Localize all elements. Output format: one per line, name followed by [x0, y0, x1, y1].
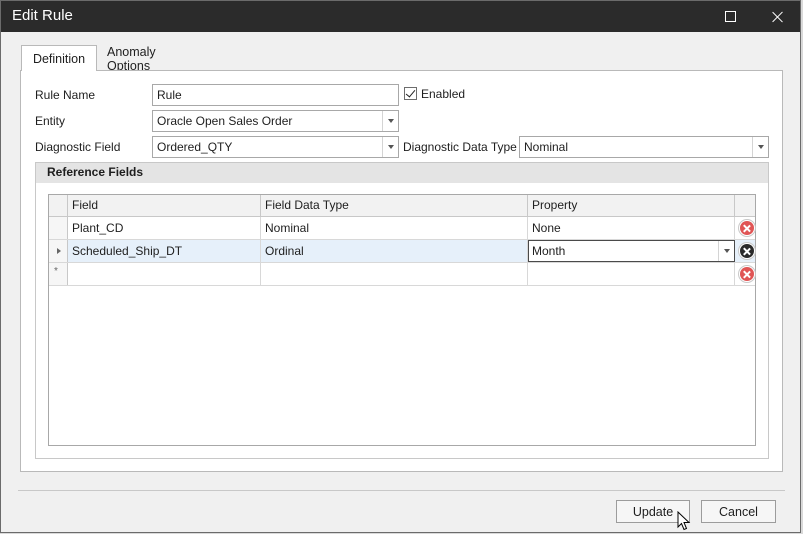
reference-fields-grid: Field Field Data Type Property Plant_CD …	[48, 194, 756, 446]
delete-icon	[740, 267, 754, 281]
property-dropdown-arrow[interactable]	[718, 241, 734, 261]
delete-icon	[740, 244, 754, 258]
row-header-column	[49, 195, 68, 217]
entity-dropdown[interactable]: Oracle Open Sales Order	[152, 110, 399, 132]
cell-property: Month	[532, 244, 566, 258]
entity-dropdown-arrow[interactable]	[382, 111, 398, 131]
mouse-cursor-icon	[677, 511, 691, 531]
cell-field-data-type[interactable]	[261, 263, 528, 285]
cell-property[interactable]: None	[528, 217, 735, 239]
diagnostic-data-type-dropdown-arrow[interactable]	[752, 137, 768, 157]
maximize-button[interactable]	[707, 1, 753, 32]
column-header-property[interactable]: Property	[528, 195, 735, 217]
maximize-icon	[724, 11, 736, 22]
chevron-down-icon	[388, 145, 394, 149]
row-header[interactable]	[49, 240, 68, 262]
new-row-marker: *	[54, 266, 58, 277]
diagnostic-data-type-label: Diagnostic Data Type	[403, 140, 517, 154]
grid-header: Field Field Data Type Property	[49, 195, 755, 217]
rule-name-value: Rule	[157, 88, 182, 102]
entity-label: Entity	[35, 114, 66, 128]
diagnostic-field-label: Diagnostic Field	[35, 140, 121, 154]
chevron-down-icon	[388, 119, 394, 123]
row-header[interactable]	[49, 217, 68, 239]
tab-definition-label: Definition	[32, 51, 86, 66]
diagnostic-data-type-dropdown[interactable]: Nominal	[519, 136, 769, 158]
cell-property[interactable]	[528, 263, 735, 285]
reference-fields-title: Reference Fields	[36, 163, 768, 183]
rule-name-label: Rule Name	[35, 88, 96, 102]
enabled-checkbox[interactable]	[404, 87, 417, 100]
entity-value: Oracle Open Sales Order	[157, 114, 293, 128]
tab-anomaly-options[interactable]: Anomaly Options	[97, 44, 212, 73]
diagnostic-field-dropdown-arrow[interactable]	[382, 137, 398, 157]
tab-anomaly-options-label: Anomaly Options	[107, 44, 156, 73]
check-icon	[405, 87, 416, 98]
footer-separator	[18, 490, 785, 491]
delete-icon	[740, 221, 754, 235]
row-header[interactable]: *	[49, 263, 68, 285]
chevron-down-icon	[758, 145, 764, 149]
cell-field[interactable]: Plant_CD	[68, 217, 261, 239]
new-table-row[interactable]: *	[49, 263, 756, 286]
cell-field[interactable]: Scheduled_Ship_DT	[68, 240, 261, 262]
close-icon	[772, 11, 784, 23]
table-row[interactable]: Plant_CD Nominal None	[49, 217, 756, 240]
delete-row-button[interactable]	[738, 242, 756, 260]
delete-row-button[interactable]	[738, 265, 756, 283]
chevron-down-icon	[724, 249, 730, 253]
column-header-field[interactable]: Field	[68, 195, 261, 217]
close-button[interactable]	[755, 1, 801, 32]
title-bar: Edit Rule	[1, 1, 800, 32]
current-row-indicator-icon	[57, 248, 61, 254]
cell-field[interactable]	[68, 263, 261, 285]
window-title: Edit Rule	[12, 7, 73, 24]
diagnostic-field-dropdown[interactable]: Ordered_QTY	[152, 136, 399, 158]
delete-row-button[interactable]	[738, 219, 756, 237]
cancel-button[interactable]: Cancel	[701, 500, 776, 523]
table-row[interactable]: Scheduled_Ship_DT Ordinal Month	[49, 240, 756, 263]
edit-rule-dialog: Edit Rule Definition Anomaly Options Rul…	[0, 0, 801, 533]
rule-name-input[interactable]: Rule	[152, 84, 399, 106]
column-header-field-data-type[interactable]: Field Data Type	[261, 195, 528, 217]
property-cell-dropdown[interactable]: Month	[528, 240, 735, 262]
cell-field-data-type[interactable]: Ordinal	[261, 240, 528, 262]
enabled-label: Enabled	[421, 87, 466, 101]
cell-field-data-type[interactable]: Nominal	[261, 217, 528, 239]
diagnostic-data-type-value: Nominal	[524, 140, 569, 154]
tab-definition[interactable]: Definition	[21, 45, 97, 71]
diagnostic-field-value: Ordered_QTY	[157, 140, 233, 154]
